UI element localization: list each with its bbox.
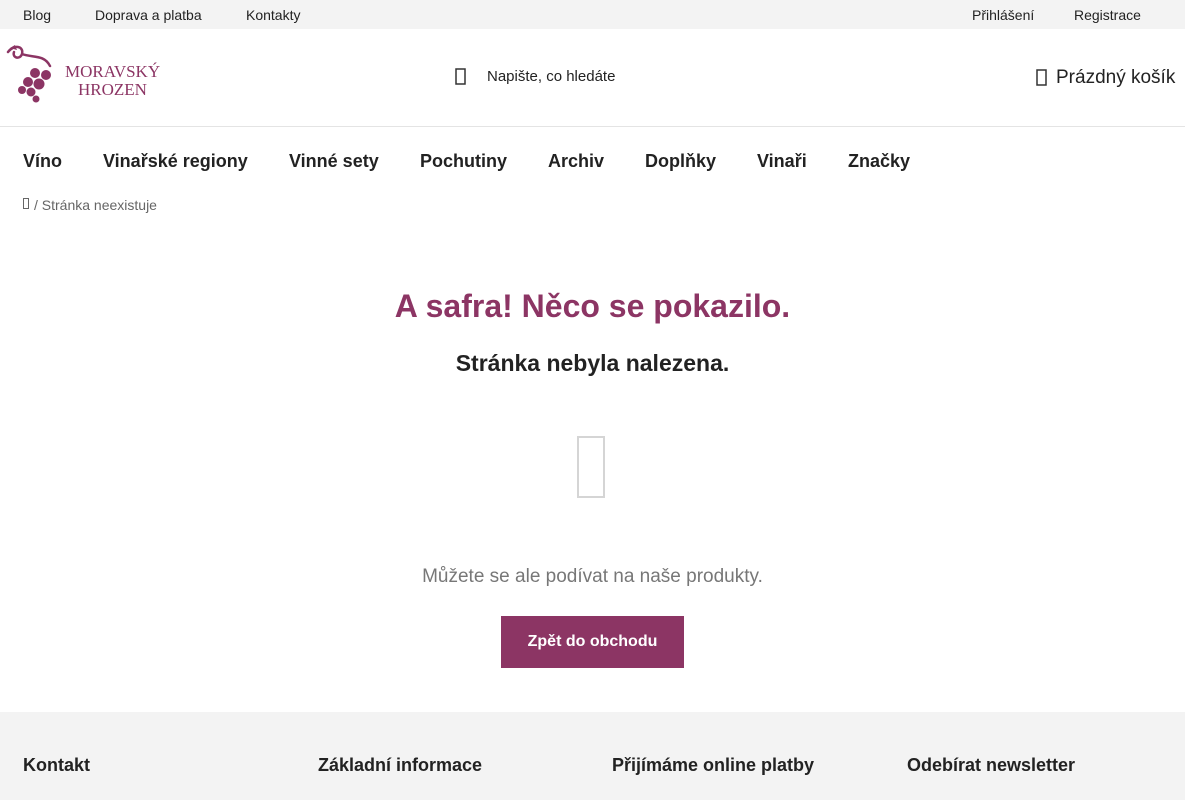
footer-heading-contact: Kontakt xyxy=(23,755,90,775)
breadcrumb-separator: / xyxy=(34,197,38,213)
footer: Kontakt Základní informace Přijímáme onl… xyxy=(0,712,1185,800)
cart-label: Prázdný košík xyxy=(1056,67,1176,88)
grape-vine-logo-icon: MORAVSKÝ HROZEN xyxy=(6,45,160,103)
nav-item-archiv[interactable]: Archiv xyxy=(548,151,604,172)
footer-heading-newsletter: Odebírat newsletter xyxy=(907,755,1076,775)
search-bar[interactable]: Napište, co hledáte xyxy=(448,60,748,94)
error-note: Můžete se ale podívat na naše produkty. xyxy=(422,566,763,587)
site-logo[interactable]: MORAVSKÝ HROZEN xyxy=(4,44,166,104)
cart-icon xyxy=(1034,66,1050,88)
home-icon[interactable] xyxy=(23,198,29,209)
footer-heading-payments: Přijímáme online platby xyxy=(612,755,815,775)
logo-text-line1: MORAVSKÝ xyxy=(65,62,160,81)
error-title: A safra! Něco se pokazilo. xyxy=(394,288,791,324)
logo-text-line2: HROZEN xyxy=(78,80,147,99)
nav-item-sety[interactable]: Vinné sety xyxy=(289,151,379,172)
top-bar: Blog Doprava a platba Kontakty Přihlášen… xyxy=(0,0,1185,29)
header-divider xyxy=(0,126,1185,127)
login-link[interactable]: Přihlášení xyxy=(972,7,1034,23)
nav-item-znacky[interactable]: Značky xyxy=(848,151,910,172)
breadcrumb-current: Stránka neexistuje xyxy=(41,197,157,213)
topbar-link-blog[interactable]: Blog xyxy=(23,7,51,23)
footer-heading-info: Základní informace xyxy=(318,755,483,775)
topbar-link-shipping[interactable]: Doprava a platba xyxy=(95,7,202,23)
missing-glyph-icon xyxy=(577,436,605,498)
nav-item-vino[interactable]: Víno xyxy=(23,151,62,172)
scrollbar[interactable] xyxy=(1185,0,1200,800)
back-to-shop-button[interactable]: Zpět do obchodu xyxy=(501,616,684,668)
nav-item-regiony[interactable]: Vinařské regiony xyxy=(103,151,248,172)
nav-item-pochutiny[interactable]: Pochutiny xyxy=(420,151,507,172)
topbar-link-contacts[interactable]: Kontakty xyxy=(246,7,300,23)
cart-button[interactable]: Prázdný košík xyxy=(1030,62,1185,92)
register-link[interactable]: Registrace xyxy=(1074,7,1141,23)
search-icon[interactable] xyxy=(452,64,470,88)
search-input[interactable]: Napište, co hledáte xyxy=(487,68,615,85)
error-subtitle: Stránka nebyla nalezena. xyxy=(455,350,730,376)
nav-item-doplnky[interactable]: Doplňky xyxy=(645,151,716,172)
breadcrumb: / Stránka neexistuje xyxy=(23,197,157,213)
nav-item-vinari[interactable]: Vinaři xyxy=(757,151,807,172)
